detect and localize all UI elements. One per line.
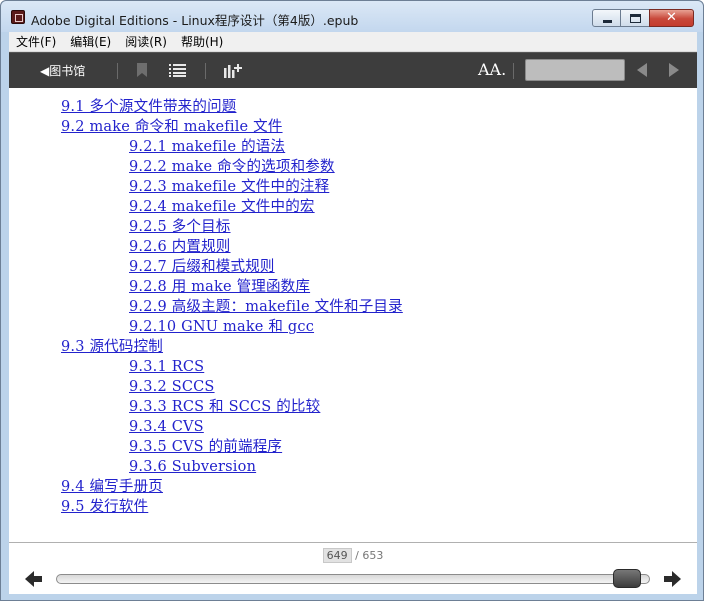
minimize-button[interactable] <box>592 9 621 27</box>
minimize-icon <box>603 20 612 23</box>
toc-icon[interactable] <box>169 63 186 77</box>
toc-link[interactable]: 9.2.8 用 make 管理函数库 <box>129 277 310 297</box>
toc-link[interactable]: 9.1 多个源文件带来的问题 <box>61 97 236 117</box>
title-bar[interactable]: Adobe Digital Editions - Linux程序设计（第4版）.… <box>1 1 703 32</box>
toc-link[interactable]: 9.3.6 Subversion <box>129 457 256 477</box>
toc-link[interactable]: 9.2.1 makefile 的语法 <box>129 137 285 157</box>
toc-link[interactable]: 9.3 源代码控制 <box>61 337 163 357</box>
current-page-field[interactable]: 649 <box>322 548 352 563</box>
next-page-icon[interactable] <box>663 570 681 588</box>
toc-link[interactable]: 9.4 编写手册页 <box>61 477 163 497</box>
menu-file[interactable]: 文件(F) <box>9 33 63 50</box>
toolbar-separator <box>513 63 514 79</box>
app-window: Adobe Digital Editions - Linux程序设计（第4版）.… <box>0 0 704 601</box>
reader-toolbar: ◀图书馆 AA. <box>9 52 697 88</box>
navigation-bar: 649 / 653 <box>9 542 697 594</box>
font-size-icon[interactable]: AA. <box>478 60 506 79</box>
bookmark-icon[interactable] <box>137 63 147 77</box>
toc-link[interactable]: 9.2.2 make 命令的选项和参数 <box>129 157 335 177</box>
toolbar-separator <box>117 63 118 79</box>
toc-link[interactable]: 9.2.9 高级主题：makefile 文件和子目录 <box>129 297 403 317</box>
toc-link[interactable]: 9.2.10 GNU make 和 gcc <box>129 317 314 337</box>
toc-link[interactable]: 9.3.3 RCS 和 SCCS 的比较 <box>129 397 320 417</box>
toc-link[interactable]: 9.2.5 多个目标 <box>129 217 231 237</box>
toc-link[interactable]: 9.2.4 makefile 文件中的宏 <box>129 197 315 217</box>
maximize-button[interactable] <box>620 9 650 27</box>
toc-link[interactable]: 9.2.7 后缀和模式规则 <box>129 257 275 277</box>
page-indicator: 649 / 653 <box>9 548 697 563</box>
total-pages: / 653 <box>355 549 384 562</box>
toc-link[interactable]: 9.5 发行软件 <box>61 497 148 517</box>
close-icon: ✕ <box>666 10 677 25</box>
reading-pane[interactable]: 9.1 多个源文件带来的问题 9.2 make 命令和 makefile 文件 9.… <box>9 88 697 542</box>
app-icon[interactable] <box>11 10 25 24</box>
menu-read[interactable]: 阅读(R) <box>118 33 174 50</box>
toc-link[interactable]: 9.3.2 SCCS <box>129 377 215 397</box>
library-button[interactable]: ◀图书馆 <box>40 62 85 79</box>
prev-arrow-icon[interactable] <box>637 63 647 77</box>
window-title: Adobe Digital Editions - Linux程序设计（第4版）.… <box>31 13 359 28</box>
next-arrow-icon[interactable] <box>669 63 679 77</box>
window-controls: ✕ <box>592 9 694 27</box>
close-button[interactable]: ✕ <box>649 9 694 27</box>
menu-bar: 文件(F) 编辑(E) 阅读(R) 帮助(H) <box>9 32 697 52</box>
previous-page-icon[interactable] <box>25 570 43 588</box>
toolbar-separator <box>205 63 206 79</box>
stats-icon[interactable] <box>224 62 242 78</box>
page-slider-thumb[interactable] <box>613 569 641 588</box>
toc-link[interactable]: 9.3.1 RCS <box>129 357 204 377</box>
maximize-icon <box>630 14 641 23</box>
toc-link[interactable]: 9.3.4 CVS <box>129 417 204 437</box>
page-slider-track[interactable] <box>56 574 650 584</box>
toc-link[interactable]: 9.2.6 内置规则 <box>129 237 231 257</box>
toc-link[interactable]: 9.3.5 CVS 的前端程序 <box>129 437 282 457</box>
search-input[interactable] <box>525 59 625 81</box>
toc-link[interactable]: 9.2.3 makefile 文件中的注释 <box>129 177 329 197</box>
menu-help[interactable]: 帮助(H) <box>174 33 230 50</box>
menu-edit[interactable]: 编辑(E) <box>63 33 118 50</box>
toc-link[interactable]: 9.2 make 命令和 makefile 文件 <box>61 117 283 137</box>
